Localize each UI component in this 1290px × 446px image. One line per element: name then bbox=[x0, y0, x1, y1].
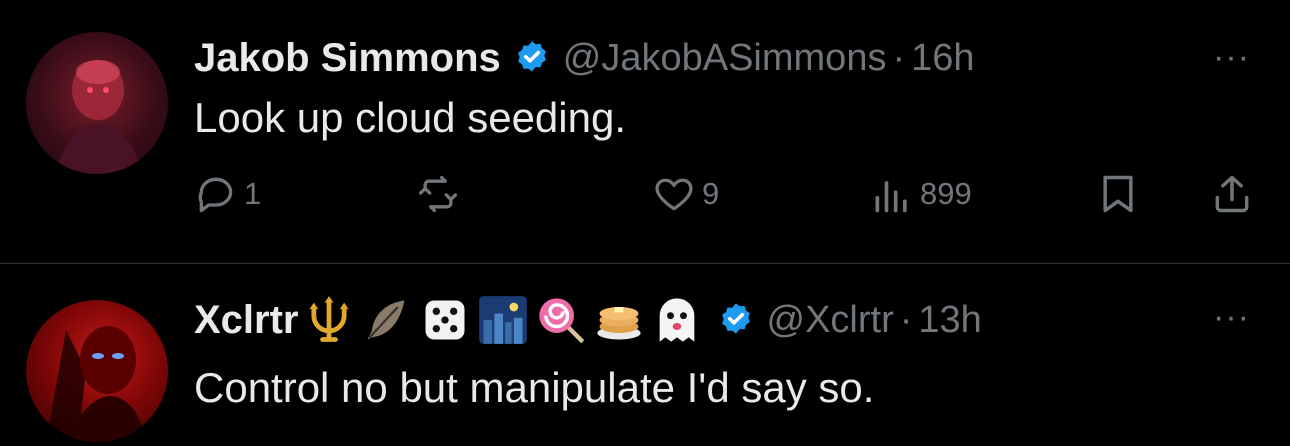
separator-dot: · bbox=[892, 36, 906, 79]
display-name[interactable]: Xclrtr bbox=[194, 298, 299, 343]
more-icon[interactable]: ··· bbox=[1213, 298, 1250, 337]
verified-badge-icon bbox=[721, 303, 750, 334]
ghost-icon bbox=[649, 292, 705, 348]
like-button[interactable]: 9 bbox=[652, 172, 719, 216]
reply-icon bbox=[198, 177, 233, 213]
tweet-header: Jakob Simmons @JakobASimmons · 16h bbox=[194, 30, 975, 86]
timestamp[interactable]: 13h bbox=[918, 299, 981, 342]
view-count: 899 bbox=[920, 176, 972, 211]
night-city-icon bbox=[475, 292, 531, 348]
share-icon bbox=[1215, 175, 1249, 213]
timestamp[interactable]: 16h bbox=[911, 37, 974, 80]
handle[interactable]: @Xclrtr bbox=[767, 299, 894, 342]
more-icon[interactable]: ··· bbox=[1213, 38, 1250, 77]
avatar[interactable] bbox=[26, 300, 168, 442]
like-count: 9 bbox=[702, 176, 720, 211]
tweet-text: Control no but manipulate I'd say so. bbox=[194, 364, 875, 411]
views-button[interactable]: 899 bbox=[870, 172, 972, 216]
tweet[interactable]: Jakob Simmons @JakobASimmons · 16h ··· L… bbox=[0, 0, 1290, 264]
game-die-icon bbox=[417, 292, 473, 348]
tweet-text: Look up cloud seeding. bbox=[194, 94, 626, 141]
verified-badge-icon bbox=[517, 41, 546, 72]
avatar[interactable] bbox=[26, 32, 168, 174]
separator-dot: · bbox=[899, 298, 913, 341]
feather-icon bbox=[359, 292, 415, 348]
handle[interactable]: @JakobASimmons bbox=[563, 37, 887, 80]
avatar-image bbox=[46, 326, 146, 442]
bookmark-icon bbox=[1103, 175, 1133, 213]
like-icon bbox=[655, 178, 693, 211]
bookmark-button[interactable] bbox=[1096, 172, 1140, 216]
pancakes-icon bbox=[591, 292, 647, 348]
display-name[interactable]: Jakob Simmons bbox=[194, 36, 501, 81]
reply-button[interactable]: 1 bbox=[194, 172, 261, 216]
tweet[interactable]: Xclrtr @Xclrtr · 13h ··· Control no but … bbox=[0, 264, 1290, 446]
views-icon bbox=[875, 181, 907, 213]
reply-count: 1 bbox=[244, 176, 262, 211]
share-button[interactable] bbox=[1210, 172, 1254, 216]
trident-icon bbox=[301, 292, 357, 348]
retweet-button[interactable] bbox=[416, 172, 466, 216]
retweet-icon bbox=[418, 175, 458, 213]
avatar-image bbox=[56, 60, 142, 174]
tweet-header: Xclrtr @Xclrtr · 13h bbox=[194, 292, 982, 348]
action-bar: 1 9 899 bbox=[194, 172, 1264, 228]
lollipop-icon bbox=[533, 292, 589, 348]
